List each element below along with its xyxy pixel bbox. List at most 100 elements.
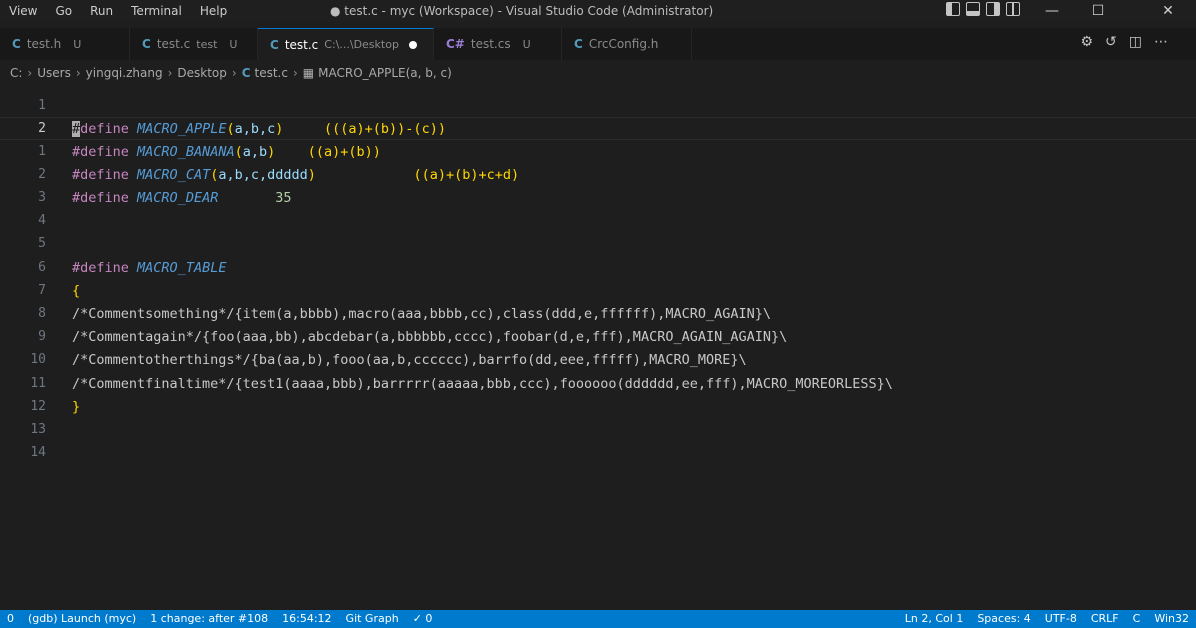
menu-view[interactable]: View — [0, 0, 46, 22]
breadcrumb-symbol[interactable]: MACRO_APPLE(a, b, c) — [318, 66, 452, 80]
code-line[interactable]: 13 — [0, 418, 1196, 441]
status-git-graph[interactable]: Git Graph — [339, 610, 406, 628]
code-line[interactable]: 9 /*Commentagain*/{foo(aaa,bb),abcdebar(… — [0, 325, 1196, 348]
code-text: #define MACRO_CAT(a,b,c,ddddd) ((a)+(b)+… — [72, 166, 520, 183]
toggle-primary-sidebar-icon[interactable] — [946, 2, 960, 16]
status-cursor-position[interactable]: Ln 2, Col 1 — [898, 610, 971, 628]
code-line[interactable]: 12 } — [0, 395, 1196, 418]
code-text: { — [72, 282, 81, 299]
line-number: 2 — [38, 121, 46, 137]
tab-test-h[interactable]: C test.h U — [0, 28, 130, 60]
code-line[interactable]: 1 #define MACRO_BANANA(a,b) ((a)+(b)) — [0, 140, 1196, 163]
untracked-badge: U — [229, 37, 238, 51]
unsaved-dot-icon[interactable] — [408, 40, 417, 49]
status-changes[interactable]: 1 change: after #108 — [143, 610, 275, 628]
c-file-icon: C — [270, 37, 279, 52]
code-line-current[interactable]: 2 #define MACRO_APPLE(a,b,c) (((a)+(b))-… — [0, 117, 1196, 141]
status-encoding[interactable]: UTF-8 — [1038, 610, 1084, 628]
code-line[interactable]: 10 /*Commentotherthings*/{ba(aa,b),fooo(… — [0, 348, 1196, 371]
menu-help[interactable]: Help — [191, 0, 236, 22]
line-number: 1 — [38, 144, 46, 160]
macro-name: MACRO_APPLE — [137, 120, 227, 137]
preprocessor-keyword: define — [80, 120, 129, 137]
code-line[interactable]: 3 #define MACRO_DEAR 35 — [0, 186, 1196, 209]
tab-test-c-desktop[interactable]: C test.c C:\...\Desktop — [258, 28, 434, 60]
split-editor-icon[interactable]: ◫ — [1129, 34, 1142, 50]
text-cursor: # — [72, 120, 81, 137]
line-number: 6 — [38, 260, 46, 276]
code-line[interactable]: 8 /*Commentsomething*/{item(a,bbbb),macr… — [0, 302, 1196, 325]
breadcrumb-user[interactable]: yingqi.zhang — [86, 66, 163, 80]
c-file-icon: C — [574, 37, 583, 51]
status-errors[interactable]: 0 — [0, 610, 21, 628]
line-number: 8 — [38, 306, 46, 322]
code-text: } — [72, 398, 81, 415]
breadcrumb-file[interactable]: test.c — [255, 66, 288, 80]
status-eol[interactable]: CRLF — [1084, 610, 1126, 628]
more-actions-icon[interactable]: ⋯ — [1154, 34, 1168, 50]
status-indentation[interactable]: Spaces: 4 — [970, 610, 1037, 628]
tab-description: test — [196, 37, 218, 51]
code-text: /*Commentfinaltime*/{test1(aaaa,bbb),bar… — [72, 375, 893, 392]
tab-label: test.c — [156, 37, 191, 51]
chevron-right-icon: › — [231, 66, 237, 80]
code-line[interactable]: 5 — [0, 232, 1196, 255]
status-checks[interactable]: ✓ 0 — [406, 610, 440, 628]
toggle-panel-icon[interactable] — [966, 2, 980, 16]
customize-layout-icon[interactable] — [1006, 2, 1020, 16]
menu-go[interactable]: Go — [46, 0, 81, 22]
line-number: 1 — [38, 98, 46, 114]
tab-label: test.cs — [470, 37, 511, 51]
tab-label: test.h — [26, 37, 62, 51]
code-line[interactable]: 2 #define MACRO_CAT(a,b,c,ddddd) ((a)+(b… — [0, 163, 1196, 186]
c-file-icon: C — [142, 37, 151, 51]
history-icon[interactable]: ↺ — [1105, 34, 1117, 50]
code-line[interactable]: 4 — [0, 209, 1196, 232]
macro-value: ((a)+(b)+c+d) — [413, 166, 520, 183]
code-line[interactable]: 7 { — [0, 279, 1196, 302]
line-number: 5 — [38, 236, 46, 252]
chevron-right-icon: › — [27, 66, 33, 80]
tab-crcconfig-h[interactable]: C CrcConfig.h — [562, 28, 692, 60]
macro-params: a,b,c — [234, 120, 276, 137]
code-editor[interactable]: 1 2 #define MACRO_APPLE(a,b,c) (((a)+(b)… — [0, 92, 1196, 612]
run-debug-icon[interactable]: ⚙ — [1080, 34, 1093, 50]
code-line[interactable]: 11 /*Commentfinaltime*/{test1(aaaa,bbb),… — [0, 372, 1196, 395]
minimize-button[interactable]: — — [1032, 0, 1072, 22]
status-debug-launch[interactable]: (gdb) Launch (myc) — [21, 610, 143, 628]
window-title: ● test.c - myc (Workspace) - Visual Stud… — [330, 4, 714, 18]
close-button[interactable]: ✕ — [1148, 0, 1188, 22]
title-bar: View Go Run Terminal Help ● test.c - myc… — [0, 0, 1196, 22]
line-number: 14 — [30, 445, 46, 461]
tab-label: CrcConfig.h — [588, 37, 659, 51]
breadcrumb-desktop[interactable]: Desktop — [177, 66, 227, 80]
breadcrumb-users[interactable]: Users — [37, 66, 71, 80]
untracked-badge: U — [73, 37, 82, 51]
code-text: #define MACRO_APPLE(a,b,c) (((a)+(b))-(c… — [72, 120, 446, 137]
line-number: 10 — [30, 352, 46, 368]
line-number: 2 — [38, 167, 46, 183]
macro-name: MACRO_CAT — [137, 166, 211, 183]
code-line[interactable]: 14 — [0, 441, 1196, 464]
tab-description: C:\...\Desktop — [324, 38, 399, 51]
breadcrumb-drive[interactable]: C: — [10, 66, 22, 80]
line-number: 11 — [30, 376, 46, 392]
preprocessor-keyword: #define — [72, 143, 129, 160]
maximize-button[interactable]: ☐ — [1078, 0, 1118, 22]
line-number: 9 — [38, 329, 46, 345]
code-line[interactable]: 1 — [0, 94, 1196, 117]
macro-value: (((a)+(b))-(c)) — [324, 120, 446, 137]
preprocessor-keyword: #define — [72, 166, 129, 183]
toggle-secondary-sidebar-icon[interactable] — [986, 2, 1000, 16]
menu-run[interactable]: Run — [81, 0, 122, 22]
tab-test-cs[interactable]: C# test.cs U — [434, 28, 562, 60]
code-text: #define MACRO_TABLE — [72, 260, 226, 276]
status-platform[interactable]: Win32 — [1147, 610, 1196, 628]
editor-tab-bar: C test.h U C test.c test U C test.c C:\.… — [0, 28, 1196, 60]
code-text: /*Commentagain*/{foo(aaa,bb),abcdebar(a,… — [72, 328, 788, 345]
code-text: #define MACRO_BANANA(a,b) ((a)+(b)) — [72, 143, 381, 160]
code-line[interactable]: 6 #define MACRO_TABLE — [0, 256, 1196, 279]
status-language[interactable]: C — [1126, 610, 1148, 628]
menu-terminal[interactable]: Terminal — [122, 0, 191, 22]
tab-test-c-test[interactable]: C test.c test U — [130, 28, 258, 60]
